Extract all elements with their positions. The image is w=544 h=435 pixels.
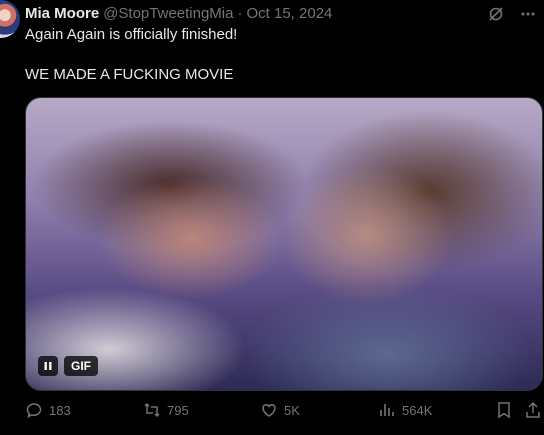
author-handle[interactable]: @StopTweetingMia [103,5,233,22]
tweet-top-actions [486,4,538,24]
like-count: 5K [284,402,300,418]
gif-media[interactable]: GIF [25,97,543,391]
tweet-actions: 183 795 5K 564K [0,401,544,421]
gif-badge: GIF [64,356,98,376]
grok-icon[interactable] [486,4,506,24]
more-icon[interactable] [518,4,538,24]
pause-button[interactable] [38,356,58,376]
separator-dot: · [237,4,243,22]
repost-count: 795 [167,402,189,418]
views-button[interactable]: 564K [378,401,432,419]
repost-button[interactable]: 795 [143,401,189,419]
views-icon [378,401,396,419]
bookmark-button[interactable] [496,401,512,419]
reply-icon [25,401,43,419]
bookmark-icon [496,401,512,419]
repost-icon [143,401,161,419]
tweet-text-line-2: WE MADE A FUCKING MOVIE [25,66,234,83]
avatar[interactable] [0,0,20,38]
tweet-date[interactable]: Oct 15, 2024 [246,5,332,22]
share-button[interactable] [525,401,541,419]
pause-icon [43,361,53,371]
views-count: 564K [402,402,433,418]
reply-button[interactable]: 183 [25,401,71,419]
tweet-header: Mia Moore @StopTweetingMia · Oct 15, 202… [25,3,332,23]
like-button[interactable]: 5K [260,401,300,419]
heart-icon [260,401,278,419]
gif-controls: GIF [38,356,98,376]
reply-count: 183 [49,402,71,418]
author-name[interactable]: Mia Moore [25,5,99,22]
share-icon [525,401,541,419]
tweet-text-line-1: Again Again is officially finished! [25,26,238,43]
